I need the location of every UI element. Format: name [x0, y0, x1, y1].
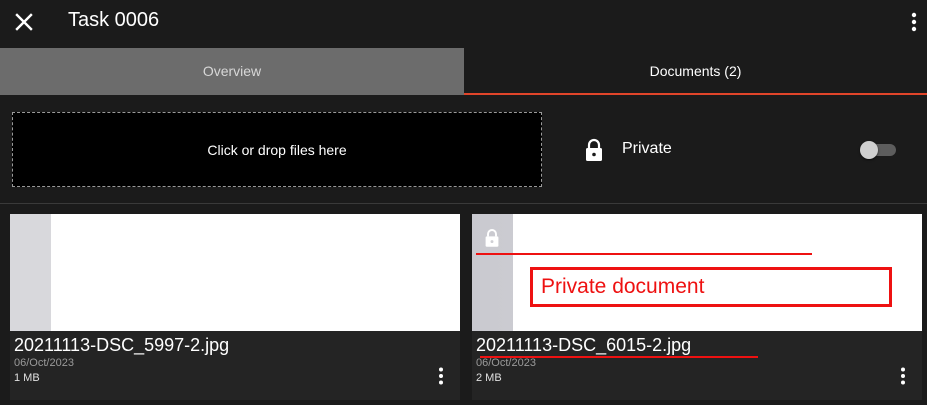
private-toggle[interactable] [860, 141, 896, 159]
tab-overview[interactable]: Overview [0, 48, 464, 95]
document-size: 2 MB [476, 372, 502, 384]
thumbnail-image [51, 214, 460, 331]
document-date: 06/Oct/2023 [476, 357, 536, 369]
close-icon [15, 13, 33, 31]
page-title: Task 0006 [68, 9, 160, 31]
lock-icon [586, 138, 602, 161]
document-thumbnail [10, 214, 460, 331]
more-vert-icon [901, 367, 905, 385]
tab-bar: Overview Documents (2) [0, 48, 927, 96]
private-label: Private [622, 140, 672, 157]
more-vert-icon [439, 367, 443, 385]
file-dropzone[interactable]: Click or drop files here [12, 112, 542, 187]
document-date: 06/Oct/2023 [14, 357, 74, 369]
more-vert-icon [911, 12, 917, 32]
dropzone-label: Click or drop files here [207, 141, 347, 158]
annotation-underline [480, 356, 758, 358]
toggle-thumb [860, 141, 878, 159]
document-card[interactable]: 20211113-DSC_5997-2.jpg 06/Oct/2023 1 MB [10, 214, 460, 400]
document-card[interactable]: 20211113-DSC_6015-2.jpg 06/Oct/2023 2 MB [472, 214, 922, 400]
tab-documents[interactable]: Documents (2) [464, 48, 927, 95]
document-menu-button[interactable] [438, 367, 444, 385]
app-bar: Task 0006 [0, 0, 927, 48]
annotation-label: Private document [530, 267, 892, 307]
close-button[interactable] [12, 10, 36, 34]
document-menu-button[interactable] [900, 367, 906, 385]
more-options-button[interactable] [911, 12, 917, 32]
lock-icon [485, 229, 499, 247]
document-filename: 20211113-DSC_6015-2.jpg [476, 335, 692, 355]
annotation-underline [476, 253, 812, 255]
document-size: 1 MB [14, 372, 40, 384]
document-filename: 20211113-DSC_5997-2.jpg [14, 335, 230, 355]
divider [0, 203, 927, 204]
